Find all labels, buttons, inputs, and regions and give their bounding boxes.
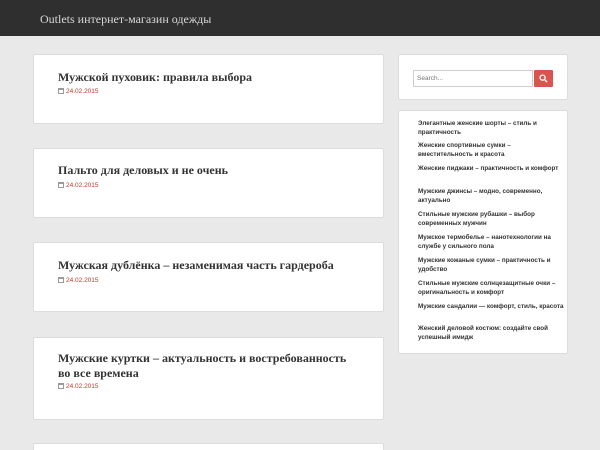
post-date: 24.02.2015 [58, 182, 99, 189]
search-widget [398, 54, 568, 100]
post-title-link[interactable]: Мужской пуховик: правила выбора [58, 70, 358, 85]
post-date-text: 24.02.2015 [66, 88, 99, 95]
recent-post-link[interactable]: Женский деловой костюм: создайте свой ус… [418, 324, 564, 342]
post-date-text: 24.02.2015 [66, 182, 99, 189]
post-card: Мужские куртки – актуальность и востребо… [33, 337, 384, 420]
recent-post-link[interactable]: Мужские сандалии — комфорт, стиль, красо… [418, 302, 564, 311]
recent-post-link[interactable]: Женские спортивные сумки – вместительнос… [418, 141, 564, 159]
recent-post-link[interactable]: Мужские кожаные сумки – практичность и у… [418, 256, 564, 274]
calendar-icon [58, 383, 64, 389]
post-card: Пальто для деловых и не очень 24.02.2015 [33, 148, 384, 218]
search-input[interactable] [413, 70, 533, 87]
post-title-link[interactable]: Мужские куртки – актуальность и востребо… [58, 351, 358, 381]
calendar-icon [58, 182, 64, 188]
recent-post-link[interactable]: Женские пиджаки – практичность и комфорт [418, 164, 564, 173]
post-card [33, 443, 384, 450]
search-button[interactable] [534, 70, 553, 87]
search-icon [539, 74, 548, 83]
calendar-icon [58, 88, 64, 94]
recent-posts-widget: Элегантные женские шорты – стиль и практ… [398, 110, 568, 354]
site-brand-link[interactable]: Outlets интернет-магазин одежды [40, 12, 211, 27]
recent-post-link[interactable]: Элегантные женские шорты – стиль и практ… [418, 119, 564, 137]
recent-post-link[interactable]: Стильные мужские рубашки – выбор совреме… [418, 210, 564, 228]
post-date: 24.02.2015 [58, 383, 99, 390]
recent-post-link[interactable]: Мужские джинсы – модно, современно, акту… [418, 187, 564, 205]
calendar-icon [58, 277, 64, 283]
post-date-text: 24.02.2015 [66, 383, 99, 390]
post-date: 24.02.2015 [58, 277, 99, 284]
post-date-text: 24.02.2015 [66, 277, 99, 284]
recent-post-link[interactable]: Мужское термобелье – нанотехнологии на с… [418, 233, 564, 251]
post-card: Мужская дублёнка – незаменимая часть гар… [33, 242, 384, 312]
site-header: Outlets интернет-магазин одежды [0, 0, 600, 36]
post-title-link[interactable]: Пальто для деловых и не очень [58, 163, 358, 178]
post-title-link[interactable]: Мужская дублёнка – незаменимая часть гар… [58, 258, 368, 273]
recent-post-link[interactable]: Стильные мужские солнцезащитные очки – о… [418, 279, 564, 297]
post-date: 24.02.2015 [58, 88, 99, 95]
post-card: Мужской пуховик: правила выбора 24.02.20… [33, 54, 384, 124]
